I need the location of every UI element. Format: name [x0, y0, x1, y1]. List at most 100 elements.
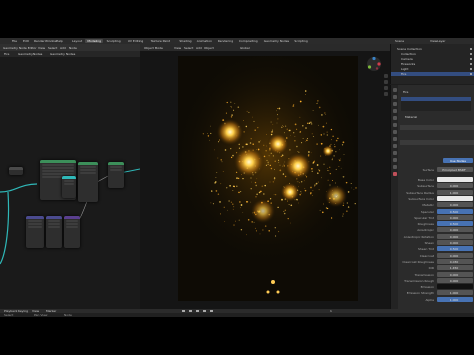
view-layer-tab-icon — [392, 109, 397, 113]
surface-section-header[interactable] — [400, 140, 474, 145]
node-set-material[interactable] — [108, 162, 124, 188]
material-name[interactable]: Material — [405, 115, 417, 119]
material-slot-list[interactable] — [401, 97, 471, 111]
property-field[interactable] — [437, 195, 473, 201]
node-combine-xyz[interactable] — [46, 216, 62, 248]
property-field[interactable]: 0.000 — [437, 214, 473, 220]
workspace-tab-shading[interactable]: Shading — [177, 39, 193, 43]
menu-help[interactable]: Help — [56, 39, 63, 43]
outliner-item[interactable]: Fire — [391, 72, 474, 76]
property-field[interactable]: 1.000 — [437, 296, 473, 302]
property-field[interactable] — [437, 177, 473, 182]
view-menu[interactable]: View — [174, 46, 181, 50]
property-row: Emission Strength 1.000 — [400, 290, 474, 296]
menu-edit[interactable]: Edit — [23, 39, 29, 43]
status-bar: Select Pan View Node — [0, 313, 474, 317]
property-field[interactable]: 1.000 — [437, 290, 473, 296]
property-field[interactable]: 0.000 — [437, 271, 473, 277]
transform-orientation[interactable]: Global — [240, 46, 250, 50]
outliner-item[interactable]: Collection — [391, 52, 474, 56]
property-field[interactable]: 0.030 — [437, 258, 473, 264]
visibility-eye-icon[interactable] — [470, 53, 472, 55]
use-nodes-button[interactable]: Use Nodes — [443, 158, 473, 163]
property-value: 0.000 — [449, 203, 459, 208]
property-field[interactable]: 0.000 — [437, 277, 473, 283]
preview-section[interactable] — [400, 125, 474, 130]
node-realize[interactable] — [78, 162, 98, 202]
outliner[interactable]: Scene Collection Collection Camera Firework… — [390, 44, 474, 84]
visibility-eye-icon[interactable] — [470, 48, 472, 50]
property-value: 0.500 — [449, 247, 459, 252]
visibility-eye-icon[interactable] — [470, 68, 472, 70]
workspace-tab-rendering[interactable]: Rendering — [216, 39, 235, 43]
property-label: Alpha — [425, 297, 434, 302]
property-field[interactable]: 0.500 — [437, 208, 473, 214]
node-random-value[interactable] — [26, 216, 44, 248]
menu-render[interactable]: Render — [34, 39, 45, 43]
node-editor[interactable]: Geometry Node Editor View Select Add Nod… — [0, 44, 140, 309]
scene-selector[interactable]: Scene — [395, 39, 404, 43]
property-row: Sheen Tint 0.500 — [400, 246, 474, 252]
surface-shader-field[interactable]: Principled BSDF — [437, 167, 473, 172]
outliner-item[interactable]: Fireworks — [391, 62, 474, 66]
property-label: Clearcoat — [419, 253, 434, 258]
visibility-eye-icon[interactable] — [470, 63, 472, 65]
add-menu[interactable]: Add — [196, 46, 202, 50]
visibility-eye-icon[interactable] — [470, 58, 472, 60]
workspace-tab-uv-editing[interactable]: UV Editing — [126, 39, 146, 43]
workspace-tab-texture-paint[interactable]: Texture Paint — [149, 39, 172, 43]
property-label: Clearcoat Roughness — [402, 259, 434, 264]
workspace-tab-scripting[interactable]: Scripting — [292, 39, 309, 43]
workspace-tab-geometry-nodes[interactable]: Geometry Nodes — [262, 39, 291, 43]
outliner-item[interactable]: Light — [391, 67, 474, 71]
navigation-gizmo-icon[interactable] — [366, 56, 382, 72]
property-field[interactable]: 0.000 — [437, 252, 473, 258]
material-tab-icon — [392, 172, 397, 176]
properties-tabs[interactable] — [391, 85, 398, 309]
property-field[interactable]: 1.000 — [437, 189, 473, 195]
property-value: 0.000 — [449, 241, 459, 245]
object-name: Fire — [403, 90, 409, 94]
property-row: Anisotropic Rotation 0.000 — [400, 233, 474, 239]
visibility-eye-icon[interactable] — [470, 73, 472, 75]
property-field[interactable]: 0.000 — [437, 240, 473, 245]
workspace-tab-modeling[interactable]: Modeling — [85, 39, 104, 43]
property-field[interactable]: 0.000 — [437, 227, 473, 233]
constraints-tab-icon — [392, 158, 397, 162]
outliner-item-label: Light — [401, 67, 409, 71]
object-menu[interactable]: Object — [204, 46, 214, 50]
property-field[interactable] — [437, 284, 473, 290]
fireworks-particles — [173, 46, 363, 294]
material-slot-selected[interactable] — [401, 97, 471, 101]
property-field[interactable]: 0.000 — [437, 183, 473, 189]
property-value: 0.000 — [449, 228, 459, 233]
particles-tab-icon — [392, 144, 397, 148]
property-field[interactable]: 0.000 — [437, 202, 473, 208]
menu-file[interactable]: File — [12, 39, 17, 43]
node-vector-math[interactable] — [64, 216, 80, 248]
property-row: Alpha 1.000 — [400, 296, 474, 302]
property-label: Subsurface Radius — [406, 190, 434, 195]
property-field[interactable]: 1.450 — [437, 265, 473, 271]
workspace-tab-sculpting[interactable]: Sculpting — [105, 39, 123, 43]
properties-panel[interactable]: Fire Material Use Nodes Surface Principl… — [390, 85, 474, 309]
select-menu[interactable]: Select — [184, 46, 193, 50]
workspace-tab-animation[interactable]: Animation — [195, 39, 214, 43]
node-group-input[interactable] — [9, 167, 23, 175]
property-row: Sheen 0.000 — [400, 240, 474, 245]
outliner-item[interactable]: Scene Collection — [391, 47, 474, 51]
3d-viewport[interactable]: Object Mode View Select Add Object Globa… — [140, 44, 390, 309]
workspace-tab-compositing[interactable]: Compositing — [237, 39, 260, 43]
view-layer-selector[interactable]: ViewLayer — [430, 39, 445, 43]
node-math-teal[interactable] — [62, 176, 76, 198]
viewport-nav-tools[interactable] — [384, 74, 389, 104]
outliner-item[interactable]: Camera — [391, 57, 474, 61]
property-field[interactable]: 0.500 — [437, 246, 473, 252]
mode-selector[interactable]: Object Mode — [144, 46, 163, 50]
property-row: Clearcoat Roughness 0.030 — [400, 258, 474, 264]
workspace-tab-layout[interactable]: Layout — [70, 39, 84, 43]
property-field[interactable]: 0.000 — [437, 233, 473, 239]
property-field[interactable]: 0.500 — [437, 221, 473, 227]
output-tab-icon — [392, 102, 397, 106]
property-label: Specular Tint — [414, 215, 434, 220]
